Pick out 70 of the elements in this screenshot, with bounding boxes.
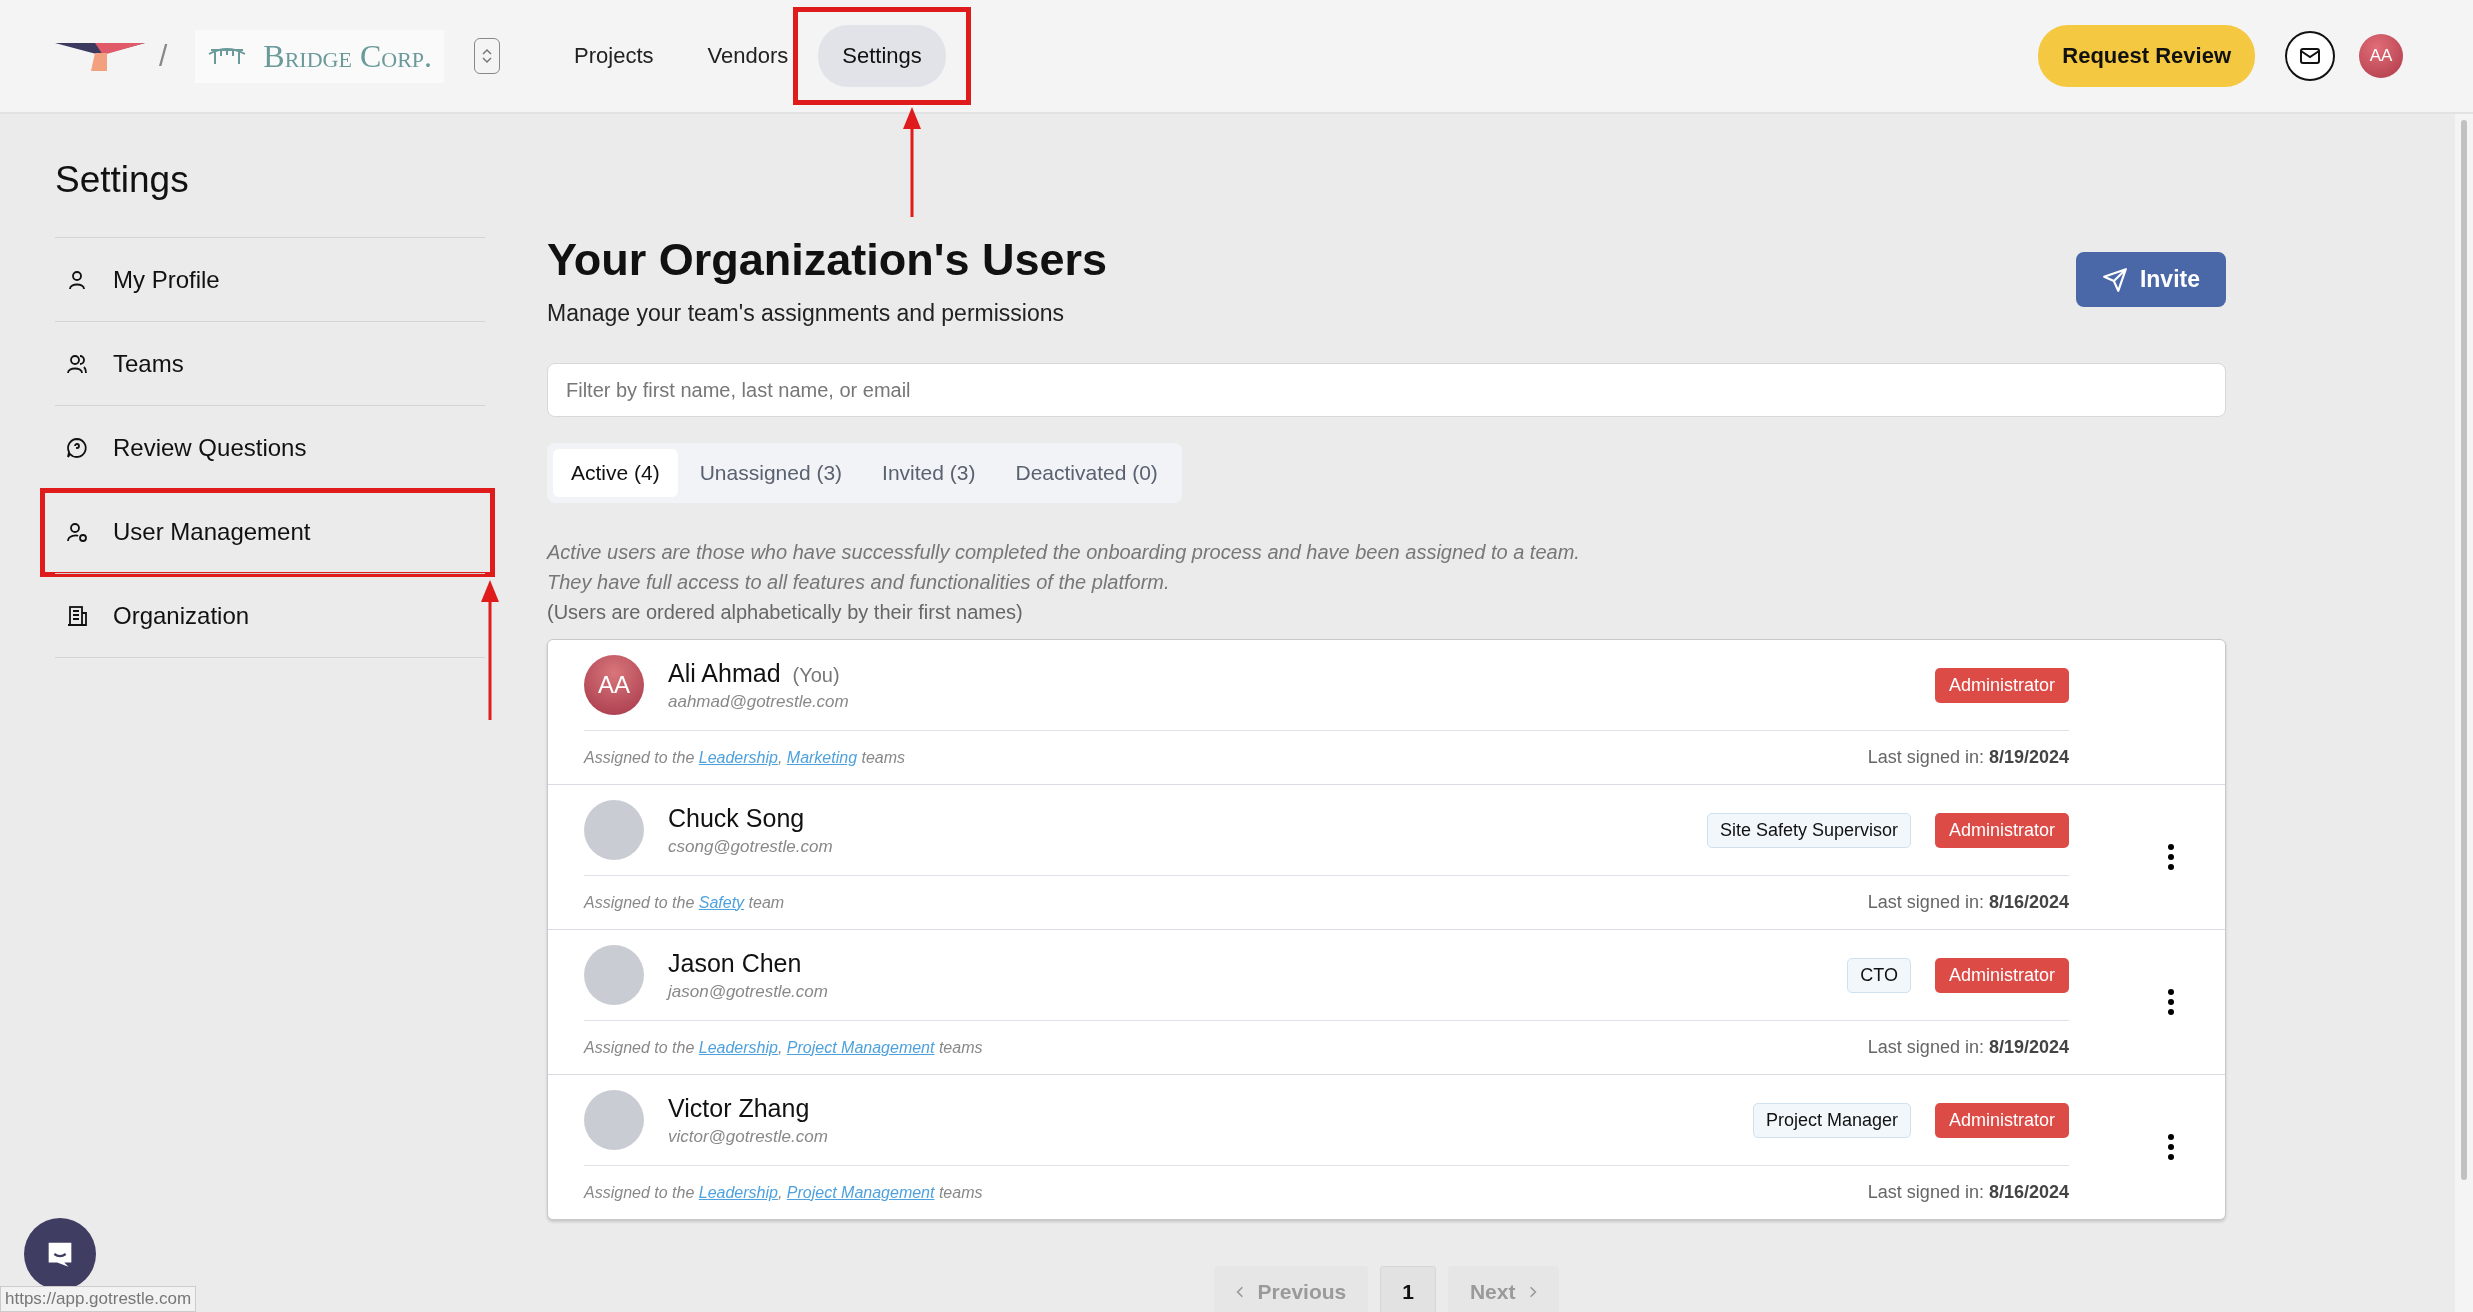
more-options-icon[interactable] — [2167, 988, 2175, 1016]
user-name: Chuck Song — [668, 803, 805, 833]
photo-placeholder — [584, 945, 644, 1005]
nav-link[interactable]: Settings — [818, 25, 946, 87]
role-badge: Administrator — [1934, 812, 2069, 848]
team-link[interactable]: Leadership — [698, 1183, 778, 1201]
last-signed-in: Last signed in: 8/16/2024 — [1867, 1182, 2069, 1203]
search-field[interactable]: Filter by first name, last name, or email — [547, 363, 2226, 417]
user-email: csong@gotrestle.com — [668, 836, 833, 857]
role-badge: Administrator — [1934, 1102, 2069, 1138]
invite-button[interactable]: Invite — [2075, 252, 2226, 307]
nav-link[interactable]: Vendors — [683, 25, 813, 87]
team-link[interactable]: Leadership — [698, 1038, 778, 1056]
description-text: Active users are those who have successfully completed the onboarding process and have been assigned to a team. — [547, 540, 1581, 565]
logo-icon — [55, 41, 145, 71]
chevron-right-icon — [1529, 1285, 1538, 1299]
nav-link[interactable]: Projects — [550, 25, 678, 87]
sidebar-title: Settings — [55, 159, 190, 201]
filter-tab[interactable]: Invited (3) — [864, 449, 994, 497]
chat-icon — [65, 435, 89, 460]
you-label: (You) — [792, 663, 840, 687]
user-email: aahmad@gotrestle.com — [668, 691, 849, 712]
sidebar-item[interactable]: Organization — [55, 574, 485, 657]
building-icon — [65, 603, 89, 628]
last-signed-in: Last signed in: 8/19/2024 — [1867, 1037, 2069, 1058]
page-title: Your Organization's Users — [547, 234, 1107, 286]
send-icon — [2101, 266, 2128, 293]
page-subtitle: Manage your team's assignments and permissions — [547, 300, 1066, 327]
user-email: jason@gotrestle.com — [668, 981, 828, 1002]
description-text: They have full access to all features and functionalities of the platform. — [547, 570, 1171, 595]
assigned-teams-text: Assigned to the Leadership, Project Management teams — [584, 1038, 983, 1057]
job-title-tag: CTO — [1847, 957, 1911, 993]
order-note: (Users are ordered alphabetically by their first names) — [547, 600, 1024, 625]
user-avatar[interactable]: AA — [2359, 34, 2403, 78]
team-link[interactable]: Leadership — [698, 748, 778, 766]
status-url: https://app.gotrestle.com — [0, 1286, 197, 1312]
request-review-button[interactable]: Request Review — [2038, 25, 2255, 87]
breadcrumb-separator: / — [159, 39, 168, 73]
filter-tab[interactable]: Active (4) — [553, 449, 678, 497]
assigned-teams-text: Assigned to the Leadership, Project Management teams — [584, 1183, 983, 1202]
user-name: Ali Ahmad — [668, 658, 781, 688]
last-signed-in: Last signed in: 8/16/2024 — [1867, 892, 2069, 913]
user-email: victor@gotrestle.com — [668, 1126, 828, 1147]
chevron-left-icon — [1235, 1285, 1244, 1299]
last-signed-in: Last signed in: 8/19/2024 — [1867, 747, 2069, 768]
assigned-teams-text: Assigned to the Safety team — [584, 893, 785, 912]
sidebar-item[interactable]: Review Questions — [55, 406, 485, 489]
chevron-up-down-icon — [481, 46, 494, 66]
more-options-icon[interactable] — [2167, 843, 2175, 871]
team-link[interactable]: Safety — [698, 893, 745, 911]
organization-name: Bridge Corp. — [263, 37, 433, 75]
assigned-teams-text: Assigned to the Leadership, Marketing teams — [584, 748, 906, 767]
user-name: Jason Chen — [668, 948, 802, 978]
photo-placeholder — [584, 1090, 644, 1150]
role-badge: Administrator — [1934, 957, 2069, 993]
user-avatar: AA — [584, 655, 644, 715]
more-options-icon[interactable] — [2167, 1133, 2175, 1161]
switcher-button[interactable] — [474, 38, 501, 74]
sidebar-item[interactable]: My Profile — [55, 238, 485, 321]
filter-tab[interactable]: Deactivated (0) — [997, 449, 1176, 497]
sidebar-item[interactable]: User Management — [55, 490, 485, 573]
job-title-tag: Project Manager — [1752, 1102, 1911, 1138]
pagination-button[interactable]: 1 — [1380, 1266, 1436, 1312]
user-name: Victor Zhang — [668, 1093, 810, 1123]
job-title-tag: Site Safety Supervisor — [1706, 812, 1911, 848]
photo-placeholder — [584, 800, 644, 860]
mail-button[interactable] — [2285, 31, 2335, 81]
filter-tab[interactable]: Unassigned (3) — [681, 449, 861, 497]
role-badge: Administrator — [1934, 667, 2069, 703]
sidebar-item[interactable]: Teams — [55, 322, 485, 405]
